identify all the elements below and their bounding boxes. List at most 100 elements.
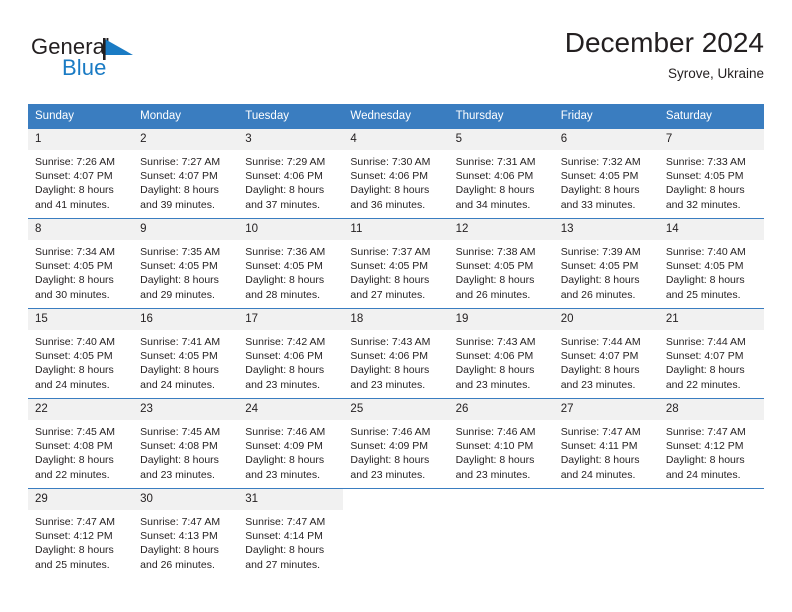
calendar-day-cell[interactable]: 17 Sunrise: 7:42 AM Sunset: 4:06 PM Dayl…: [238, 308, 344, 399]
day-details: Sunrise: 7:35 AM Sunset: 4:05 PM Dayligh…: [133, 240, 238, 302]
calendar-day-cell-empty: [448, 488, 554, 578]
day-number: 25: [343, 399, 449, 420]
sunset-text: Sunset: 4:05 PM: [140, 260, 218, 273]
calendar-day-cell[interactable]: 6 Sunrise: 7:32 AM Sunset: 4:05 PM Dayli…: [553, 128, 659, 219]
day-number: 22: [28, 399, 134, 420]
sunrise-text: Sunrise: 7:45 AM: [140, 426, 221, 438]
sunrise-text: Sunrise: 7:47 AM: [560, 426, 641, 438]
day-number: 11: [343, 219, 449, 240]
calendar-day-cell[interactable]: 19 Sunrise: 7:43 AM Sunset: 4:06 PM Dayl…: [448, 308, 554, 399]
daylight-text-line1: Daylight: 8 hours: [245, 364, 325, 377]
calendar-day-cell[interactable]: 22 Sunrise: 7:45 AM Sunset: 4:08 PM Dayl…: [28, 398, 134, 489]
day-number: [343, 489, 449, 510]
day-number: 1: [28, 129, 134, 150]
sunset-text: Sunset: 4:10 PM: [455, 440, 534, 453]
daylight-text-line2: and 24 minutes.: [560, 468, 636, 481]
sunset-text: Sunset: 4:06 PM: [455, 170, 534, 183]
calendar-day-cell[interactable]: 21 Sunrise: 7:44 AM Sunset: 4:07 PM Dayl…: [658, 308, 764, 399]
calendar-day-cell[interactable]: 27 Sunrise: 7:47 AM Sunset: 4:11 PM Dayl…: [553, 398, 659, 489]
day-details: Sunrise: 7:38 AM Sunset: 4:05 PM Dayligh…: [449, 240, 554, 302]
calendar-grid: Sunday Monday Tuesday Wednesday Thursday…: [28, 104, 764, 578]
sunset-text: Sunset: 4:06 PM: [350, 170, 429, 183]
daylight-text-line2: and 32 minutes.: [665, 198, 741, 211]
calendar-day-cell[interactable]: 26 Sunrise: 7:46 AM Sunset: 4:10 PM Dayl…: [448, 398, 554, 489]
sunset-text: Sunset: 4:08 PM: [140, 440, 218, 453]
calendar-day-cell[interactable]: 28 Sunrise: 7:47 AM Sunset: 4:12 PM Dayl…: [658, 398, 764, 489]
sunset-text: Sunset: 4:09 PM: [350, 440, 429, 453]
sunset-text: Sunset: 4:11 PM: [560, 440, 638, 453]
day-details: Sunrise: 7:46 AM Sunset: 4:09 PM Dayligh…: [343, 420, 448, 482]
calendar-day-cell[interactable]: 9 Sunrise: 7:35 AM Sunset: 4:05 PM Dayli…: [133, 218, 239, 309]
calendar-day-cell[interactable]: 14 Sunrise: 7:40 AM Sunset: 4:05 PM Dayl…: [658, 218, 764, 309]
daylight-text-line1: Daylight: 8 hours: [140, 364, 219, 377]
sunrise-text: Sunrise: 7:41 AM: [140, 336, 221, 348]
calendar-day-cell[interactable]: 31 Sunrise: 7:47 AM Sunset: 4:14 PM Dayl…: [238, 488, 344, 578]
sunset-text: Sunset: 4:06 PM: [245, 350, 323, 363]
sunrise-text: Sunrise: 7:27 AM: [140, 156, 221, 168]
general-blue-logo[interactable]: General Blue: [31, 34, 261, 92]
calendar-day-cell[interactable]: 25 Sunrise: 7:46 AM Sunset: 4:09 PM Dayl…: [343, 398, 449, 489]
calendar-day-cell[interactable]: 12 Sunrise: 7:38 AM Sunset: 4:05 PM Dayl…: [448, 218, 554, 309]
sunset-text: Sunset: 4:07 PM: [140, 170, 218, 183]
daylight-text-line2: and 26 minutes.: [455, 288, 531, 301]
calendar-day-cell[interactable]: 18 Sunrise: 7:43 AM Sunset: 4:06 PM Dayl…: [343, 308, 449, 399]
daylight-text-line1: Daylight: 8 hours: [35, 364, 114, 377]
day-number: [658, 489, 764, 510]
daylight-text-line2: and 26 minutes.: [140, 558, 215, 571]
day-details: Sunrise: 7:37 AM Sunset: 4:05 PM Dayligh…: [343, 240, 448, 302]
calendar-day-cell[interactable]: 4 Sunrise: 7:30 AM Sunset: 4:06 PM Dayli…: [343, 128, 449, 219]
calendar-day-cell[interactable]: 15 Sunrise: 7:40 AM Sunset: 4:05 PM Dayl…: [28, 308, 134, 399]
sunset-text: Sunset: 4:13 PM: [140, 530, 218, 543]
calendar-day-cell[interactable]: 7 Sunrise: 7:33 AM Sunset: 4:05 PM Dayli…: [658, 128, 764, 219]
weekday-header-friday: Friday: [553, 104, 659, 129]
day-details: Sunrise: 7:39 AM Sunset: 4:05 PM Dayligh…: [554, 240, 659, 302]
calendar-day-cell[interactable]: 24 Sunrise: 7:46 AM Sunset: 4:09 PM Dayl…: [238, 398, 344, 489]
day-number: 27: [553, 399, 659, 420]
calendar-day-cell[interactable]: 8 Sunrise: 7:34 AM Sunset: 4:05 PM Dayli…: [28, 218, 134, 309]
calendar-day-cell[interactable]: 16 Sunrise: 7:41 AM Sunset: 4:05 PM Dayl…: [133, 308, 239, 399]
calendar-day-cell[interactable]: 3 Sunrise: 7:29 AM Sunset: 4:06 PM Dayli…: [238, 128, 344, 219]
day-details: Sunrise: 7:42 AM Sunset: 4:06 PM Dayligh…: [238, 330, 343, 392]
sunrise-text: Sunrise: 7:33 AM: [665, 156, 746, 168]
day-number: 18: [343, 309, 449, 330]
day-details: Sunrise: 7:44 AM Sunset: 4:07 PM Dayligh…: [659, 330, 764, 392]
sunset-text: Sunset: 4:05 PM: [560, 260, 639, 273]
day-number: 16: [133, 309, 239, 330]
sunset-text: Sunset: 4:08 PM: [35, 440, 113, 453]
calendar-day-cell[interactable]: 13 Sunrise: 7:39 AM Sunset: 4:05 PM Dayl…: [553, 218, 659, 309]
calendar-day-cell[interactable]: 30 Sunrise: 7:47 AM Sunset: 4:13 PM Dayl…: [133, 488, 239, 578]
daylight-text-line1: Daylight: 8 hours: [560, 184, 640, 197]
calendar-day-cell[interactable]: 23 Sunrise: 7:45 AM Sunset: 4:08 PM Dayl…: [133, 398, 239, 489]
daylight-text-line1: Daylight: 8 hours: [665, 454, 745, 467]
sunset-text: Sunset: 4:06 PM: [245, 170, 323, 183]
day-details: Sunrise: 7:40 AM Sunset: 4:05 PM Dayligh…: [659, 240, 764, 302]
calendar-header-row: Sunday Monday Tuesday Wednesday Thursday…: [28, 104, 764, 129]
day-number: 29: [28, 489, 134, 510]
calendar-day-cell[interactable]: 20 Sunrise: 7:44 AM Sunset: 4:07 PM Dayl…: [553, 308, 659, 399]
daylight-text-line1: Daylight: 8 hours: [665, 364, 745, 377]
day-details: Sunrise: 7:44 AM Sunset: 4:07 PM Dayligh…: [554, 330, 659, 392]
daylight-text-line1: Daylight: 8 hours: [245, 454, 325, 467]
calendar-body: 1 Sunrise: 7:26 AM Sunset: 4:07 PM Dayli…: [28, 128, 764, 578]
sunrise-text: Sunrise: 7:47 AM: [245, 516, 326, 528]
calendar-day-cell[interactable]: 10 Sunrise: 7:36 AM Sunset: 4:05 PM Dayl…: [238, 218, 344, 309]
daylight-text-line2: and 25 minutes.: [35, 558, 110, 571]
day-number: [553, 489, 659, 510]
sunset-text: Sunset: 4:07 PM: [665, 350, 744, 363]
sunrise-text: Sunrise: 7:40 AM: [35, 336, 115, 348]
day-number: 28: [658, 399, 764, 420]
sunrise-text: Sunrise: 7:29 AM: [245, 156, 326, 168]
sunrise-text: Sunrise: 7:45 AM: [35, 426, 115, 438]
calendar-day-cell[interactable]: 1 Sunrise: 7:26 AM Sunset: 4:07 PM Dayli…: [28, 128, 134, 219]
calendar-day-cell[interactable]: 29 Sunrise: 7:47 AM Sunset: 4:12 PM Dayl…: [28, 488, 134, 578]
weekday-header-tuesday: Tuesday: [238, 104, 344, 129]
calendar-day-cell[interactable]: 5 Sunrise: 7:31 AM Sunset: 4:06 PM Dayli…: [448, 128, 554, 219]
calendar-day-cell[interactable]: 11 Sunrise: 7:37 AM Sunset: 4:05 PM Dayl…: [343, 218, 449, 309]
daylight-text-line2: and 23 minutes.: [140, 468, 215, 481]
daylight-text-line2: and 37 minutes.: [245, 198, 320, 211]
day-number: 8: [28, 219, 134, 240]
sunrise-text: Sunrise: 7:31 AM: [455, 156, 536, 168]
calendar-day-cell[interactable]: 2 Sunrise: 7:27 AM Sunset: 4:07 PM Dayli…: [133, 128, 239, 219]
daylight-text-line2: and 23 minutes.: [455, 468, 531, 481]
sunrise-text: Sunrise: 7:44 AM: [665, 336, 746, 348]
